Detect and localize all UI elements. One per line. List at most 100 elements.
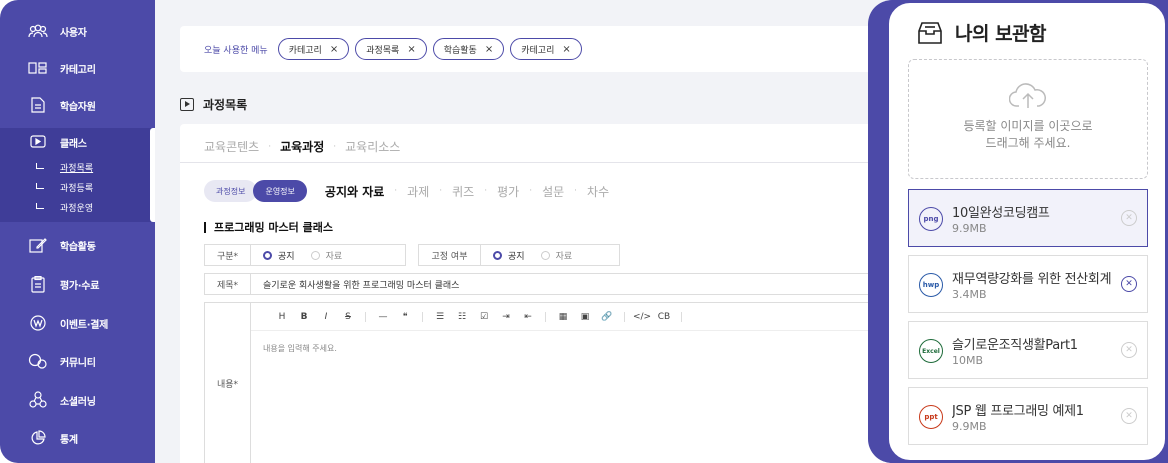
link-button[interactable]: 🔗 [596, 312, 618, 322]
subtab-notice[interactable]: 공지와 자료 [325, 183, 384, 200]
codeblock-button[interactable]: CB [653, 312, 675, 322]
file-item[interactable]: Excel 슬기로운조직생활Part1 10MB ✕ [908, 321, 1148, 379]
strike-button[interactable]: S [337, 312, 359, 322]
tab-edu-content[interactable]: 교육콘텐츠 [204, 138, 259, 155]
close-icon[interactable]: × [485, 44, 493, 55]
sidebar-item-statistics[interactable]: 통계 [0, 427, 155, 449]
sidebar-item-evaluation[interactable]: 평가·수료 [0, 273, 155, 295]
sidebar-item-label: 학습활동 [60, 241, 96, 253]
fixed-label: 고정 여부 [419, 245, 481, 265]
tab-edu-resource[interactable]: 교육리소스 [345, 138, 400, 155]
editor-body: H B I S — ❝ ☰ ☷ ☑ ⇥ ⇤ ▦ ▣ 🔗 </> CB 내용을 입… [251, 303, 903, 463]
file-item[interactable]: png 10일완성코딩캠프 9.9MB ✕ [908, 189, 1148, 247]
file-name: JSP 웹 프로그래밍 예제1 [952, 404, 1084, 419]
sidebar-item-label: 카테고리 [60, 64, 96, 76]
bold-button[interactable]: B [293, 312, 315, 322]
sidebar-item-social[interactable]: 소셜러닝 [0, 389, 155, 411]
network-icon [28, 390, 48, 410]
inbox-icon [918, 21, 942, 44]
recent-menu-label: 오늘 사용한 메뉴 [204, 45, 268, 56]
file-name: 슬기로운조직생활Part1 [952, 338, 1078, 353]
file-size: 3.4MB [952, 288, 987, 301]
sidebar-item-label: 통계 [60, 434, 78, 446]
sidebar-item-events[interactable]: 이벤트·결제 [0, 312, 155, 334]
users-icon [28, 21, 48, 41]
subtab-survey[interactable]: 설문 [542, 183, 564, 200]
subtab-quiz[interactable]: 퀴즈 [452, 183, 474, 200]
file-size: 9.9MB [952, 222, 987, 235]
file-item[interactable]: hwp 재무역량강화를 위한 전산회계 3.4MB ✕ [908, 255, 1148, 313]
fixed-field: 고정 여부 공지 자료 [418, 244, 620, 266]
code-button[interactable]: </> [631, 312, 653, 322]
file-item[interactable]: ppt JSP 웹 프로그래밍 예제1 9.9MB ✕ [908, 387, 1148, 445]
quote-button[interactable]: ❝ [394, 312, 416, 322]
file-name: 재무역량강화를 위한 전산회계 [952, 272, 1112, 287]
italic-button[interactable]: I [315, 312, 337, 322]
title-input[interactable]: 슬기로운 회사생활을 위한 프로그래밍 마스터 클래스 [251, 274, 459, 294]
radio-notice[interactable] [263, 250, 272, 260]
radio-fixed-notice[interactable] [493, 250, 502, 260]
table-button[interactable]: ▦ [552, 312, 574, 322]
sidebar-item-users[interactable]: 사용자 [0, 20, 155, 42]
delete-icon[interactable]: ✕ [1121, 276, 1137, 292]
sidebar-subitem-label: 과정목록 [60, 164, 94, 174]
recent-chip[interactable]: 카테고리 × [277, 38, 350, 60]
delete-icon[interactable]: ✕ [1121, 408, 1137, 424]
sidebar: 사용자 카테고리 학습자원 클래스 과정목록 과정등록 과정운영 학습활동 평가… [0, 0, 155, 463]
bullet-list-button[interactable]: ☰ [429, 312, 451, 322]
delete-icon[interactable]: ✕ [1121, 210, 1137, 226]
excel-file-icon: Excel [919, 339, 943, 363]
category-icon [28, 58, 48, 78]
sidebar-item-community[interactable]: 커뮤니티 [0, 350, 155, 372]
png-file-icon: png [919, 207, 943, 231]
sidebar-subitem-label: 과정운영 [60, 204, 94, 214]
recent-chip[interactable]: 학습활동 × [432, 38, 505, 60]
sidebar-item-resources[interactable]: 학습자원 [0, 94, 155, 116]
file-name: 10일완성코딩캠프 [952, 206, 1050, 221]
hr-button[interactable]: — [372, 312, 394, 322]
cloud-upload-icon [1009, 83, 1046, 108]
subtab-assignment[interactable]: 과제 [407, 183, 429, 200]
sidebar-item-label: 클래스 [60, 138, 87, 150]
recent-chip[interactable]: 과정목록 × [355, 38, 427, 60]
image-dropzone[interactable]: 등록할 이미지를 이곳으로 드래그해 주세요. [908, 59, 1148, 179]
indent-button[interactable]: ⇥ [495, 312, 517, 322]
outdent-button[interactable]: ⇤ [517, 312, 539, 322]
close-icon[interactable]: × [407, 44, 415, 55]
sidebar-item-class[interactable]: 클래스 [0, 131, 155, 153]
content-label: 내용* [205, 303, 251, 463]
sidebar-subitem-course-operation[interactable]: 과정운영 [36, 201, 93, 214]
file-size: 9.9MB [952, 420, 987, 433]
pie-chart-icon [28, 428, 48, 448]
editor-placeholder[interactable]: 내용을 입력해 주세요. [263, 343, 337, 354]
play-icon [28, 132, 48, 152]
sidebar-subitem-label: 과정등록 [60, 184, 94, 194]
task-list-button[interactable]: ☑ [473, 312, 495, 322]
sidebar-item-label: 이벤트·결제 [60, 319, 108, 331]
sidebar-subitem-course-register[interactable]: 과정등록 [36, 181, 93, 194]
heading-button[interactable]: H [271, 312, 293, 322]
delete-icon[interactable]: ✕ [1121, 342, 1137, 358]
sidebar-item-activities[interactable]: 학습활동 [0, 234, 155, 256]
image-button[interactable]: ▣ [574, 312, 596, 322]
sidebar-item-label: 학습자원 [60, 101, 96, 113]
pill-course-info[interactable]: 과정정보 [204, 180, 258, 202]
radio-fixed-material[interactable] [540, 250, 550, 260]
subtab-round[interactable]: 차수 [587, 183, 609, 200]
subtab-evaluation[interactable]: 평가 [497, 183, 519, 200]
recent-chip[interactable]: 카테고리 × [510, 38, 582, 60]
tab-edu-course[interactable]: 교육과정 [280, 138, 324, 155]
panel-title: 나의 보관함 [917, 19, 1047, 46]
number-list-button[interactable]: ☷ [451, 312, 473, 322]
title-label: 제목* [205, 274, 251, 294]
sub-tabs: 과정정보 운영정보 공지와 자료 · 과제 · 퀴즈 · 평가 · 설문 · 차… [204, 180, 609, 202]
sidebar-subitem-course-list[interactable]: 과정목록 [36, 161, 93, 174]
tabs-divider [180, 162, 900, 163]
close-icon[interactable]: × [330, 44, 338, 55]
radio-material[interactable] [310, 250, 320, 260]
sidebar-item-category[interactable]: 카테고리 [0, 57, 155, 79]
recent-menu-bar: 오늘 사용한 메뉴 카테고리 × 과정목록 × 학습활동 × 카테고리 × [180, 26, 900, 72]
close-icon[interactable]: × [562, 44, 570, 55]
section-title: 프로그래밍 마스터 클래스 [204, 219, 333, 235]
pill-operation-info[interactable]: 운영정보 [253, 180, 307, 202]
